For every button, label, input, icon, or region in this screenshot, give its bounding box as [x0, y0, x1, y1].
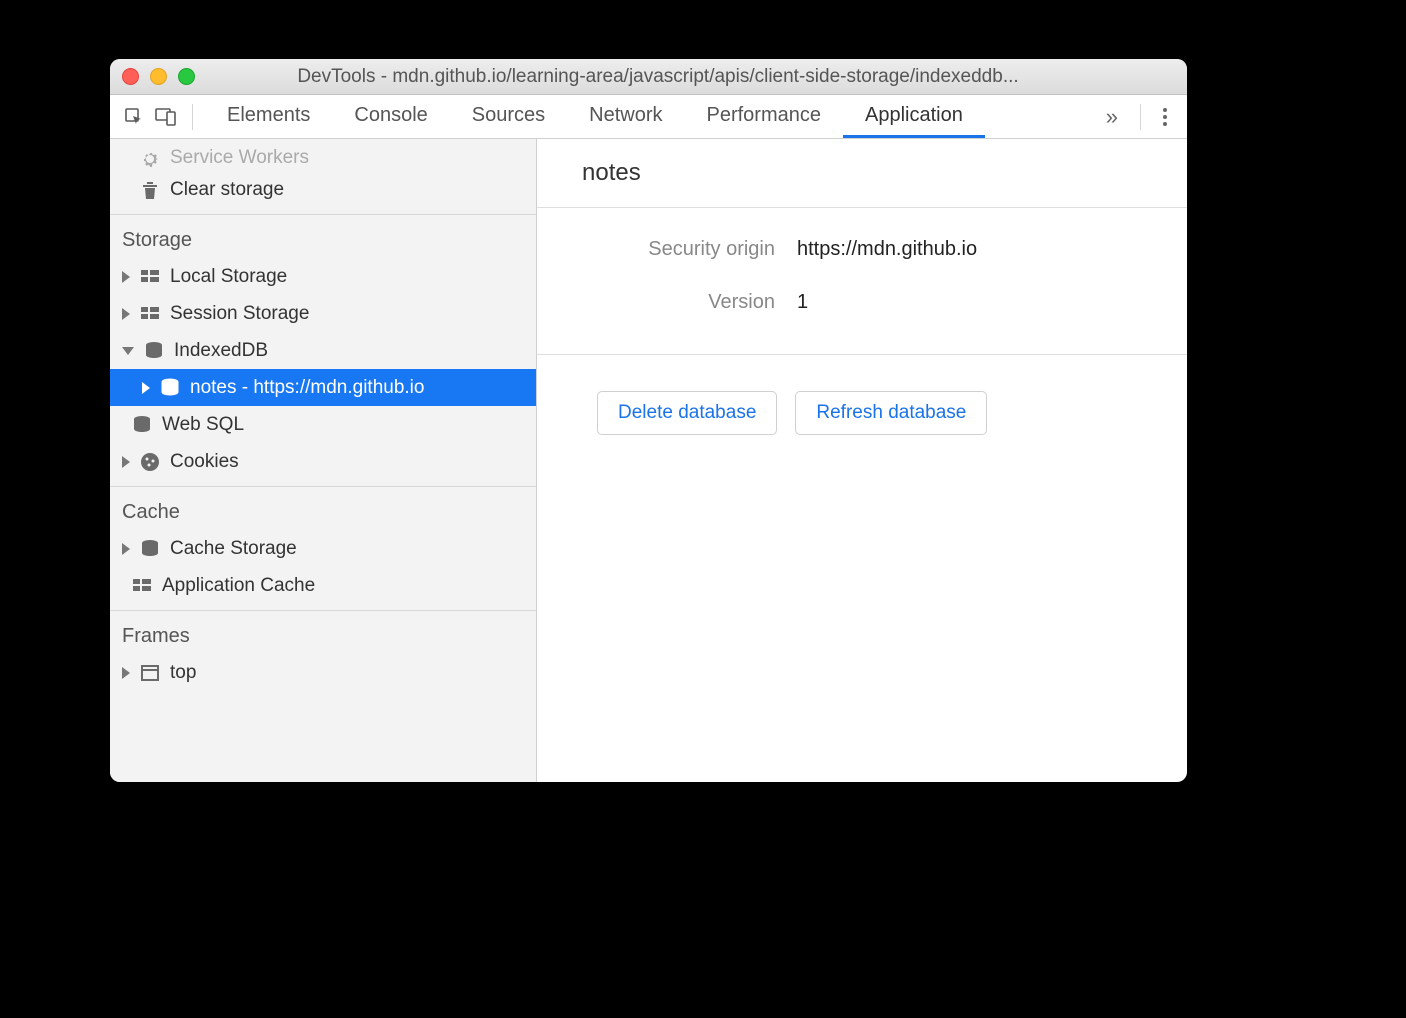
- sidebar-item-label: Session Storage: [170, 303, 309, 325]
- grid-icon: [140, 267, 160, 287]
- sidebar-item-label: Service Workers: [170, 147, 309, 169]
- database-name-header: notes: [537, 139, 1187, 208]
- version-label: Version: [537, 291, 797, 314]
- sidebar-item-label: Application Cache: [162, 575, 315, 597]
- frame-icon: [140, 663, 160, 683]
- trash-icon: [140, 180, 160, 200]
- delete-database-button[interactable]: Delete database: [597, 391, 777, 435]
- sidebar-item-top-frame[interactable]: top: [110, 654, 536, 691]
- sidebar-item-service-workers[interactable]: Service Workers: [110, 141, 536, 171]
- main-panel: notes Security origin https://mdn.github…: [537, 139, 1187, 782]
- chevron-right-icon: [122, 456, 130, 468]
- toolbar-separator: [1140, 104, 1141, 130]
- devtools-toolbar: Elements Console Sources Network Perform…: [110, 95, 1187, 139]
- devtools-window: DevTools - mdn.github.io/learning-area/j…: [110, 59, 1187, 782]
- application-sidebar: Service Workers Clear storage Storage Lo…: [110, 139, 537, 782]
- sidebar-item-label: Clear storage: [170, 179, 284, 201]
- sidebar-item-label: Web SQL: [162, 414, 244, 436]
- refresh-database-button[interactable]: Refresh database: [795, 391, 987, 435]
- tab-application[interactable]: Application: [843, 95, 985, 138]
- sidebar-section-storage: Storage: [110, 215, 536, 258]
- database-icon: [140, 539, 160, 559]
- sidebar-item-label: IndexedDB: [174, 340, 268, 362]
- minimize-window-button[interactable]: [150, 68, 167, 85]
- window-title: DevTools - mdn.github.io/learning-area/j…: [211, 66, 1175, 88]
- sidebar-item-label: notes - https://mdn.github.io: [190, 377, 424, 399]
- sidebar-item-cache-storage[interactable]: Cache Storage: [110, 530, 536, 567]
- titlebar: DevTools - mdn.github.io/learning-area/j…: [110, 59, 1187, 95]
- security-origin-value: https://mdn.github.io: [797, 238, 977, 261]
- sidebar-item-notes-db[interactable]: notes - https://mdn.github.io: [110, 369, 536, 406]
- tab-console[interactable]: Console: [332, 95, 449, 138]
- chevron-right-icon: [142, 382, 150, 394]
- gear-icon: [140, 149, 160, 169]
- sidebar-item-label: Cache Storage: [170, 538, 297, 560]
- more-tabs-icon[interactable]: »: [1096, 104, 1128, 130]
- database-icon: [132, 415, 152, 435]
- sidebar-item-label: Cookies: [170, 451, 239, 473]
- chevron-right-icon: [122, 308, 130, 320]
- sidebar-section-cache: Cache: [110, 487, 536, 530]
- panel-body: Service Workers Clear storage Storage Lo…: [110, 139, 1187, 782]
- tab-sources[interactable]: Sources: [450, 95, 567, 138]
- grid-icon: [132, 576, 152, 596]
- sidebar-item-application-cache[interactable]: Application Cache: [110, 567, 536, 604]
- close-window-button[interactable]: [122, 68, 139, 85]
- sidebar-item-cookies[interactable]: Cookies: [110, 443, 536, 480]
- tab-performance[interactable]: Performance: [685, 95, 844, 138]
- database-icon: [160, 378, 180, 398]
- database-info: Security origin https://mdn.github.io Ve…: [537, 208, 1187, 355]
- maximize-window-button[interactable]: [178, 68, 195, 85]
- window-controls: [122, 68, 195, 85]
- sidebar-item-local-storage[interactable]: Local Storage: [110, 258, 536, 295]
- chevron-right-icon: [122, 543, 130, 555]
- chevron-right-icon: [122, 271, 130, 283]
- cookie-icon: [140, 452, 160, 472]
- version-value: 1: [797, 291, 808, 314]
- sidebar-item-session-storage[interactable]: Session Storage: [110, 295, 536, 332]
- database-icon: [144, 341, 164, 361]
- device-toolbar-icon[interactable]: [152, 103, 180, 131]
- inspect-element-icon[interactable]: [120, 103, 148, 131]
- tab-network[interactable]: Network: [567, 95, 684, 138]
- sidebar-item-web-sql[interactable]: Web SQL: [110, 406, 536, 443]
- tab-elements[interactable]: Elements: [205, 95, 332, 138]
- database-actions: Delete database Refresh database: [537, 355, 1187, 435]
- sidebar-item-indexeddb[interactable]: IndexedDB: [110, 332, 536, 369]
- panel-tabs: Elements Console Sources Network Perform…: [205, 95, 1092, 138]
- toolbar-separator: [192, 104, 193, 130]
- sidebar-section-frames: Frames: [110, 611, 536, 654]
- security-origin-label: Security origin: [537, 238, 797, 261]
- chevron-right-icon: [122, 667, 130, 679]
- grid-icon: [140, 304, 160, 324]
- sidebar-item-label: top: [170, 662, 196, 684]
- settings-menu-icon[interactable]: [1153, 108, 1177, 126]
- sidebar-item-clear-storage[interactable]: Clear storage: [110, 171, 536, 208]
- chevron-down-icon: [122, 347, 134, 355]
- sidebar-item-label: Local Storage: [170, 266, 287, 288]
